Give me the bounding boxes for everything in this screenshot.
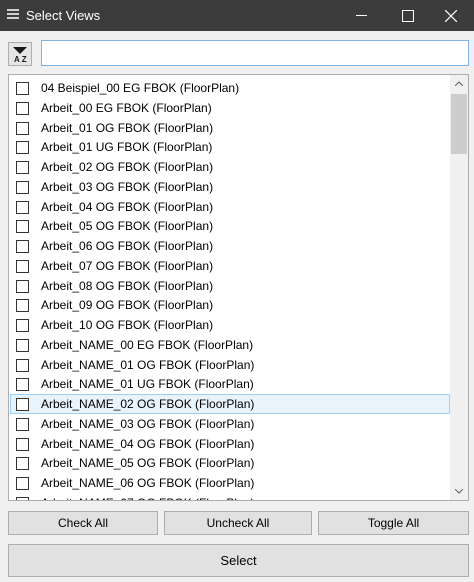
view-list-item[interactable]: Arbeit_00 EG FBOK (FloorPlan): [10, 98, 450, 118]
view-checkbox[interactable]: [16, 496, 29, 500]
view-list-item[interactable]: Arbeit_10 OG FBOK (FloorPlan): [10, 315, 450, 335]
view-checkbox[interactable]: [16, 161, 29, 174]
view-checkbox[interactable]: [16, 338, 29, 352]
view-checkbox[interactable]: [16, 180, 29, 194]
view-label: Arbeit_07 OG FBOK (FloorPlan): [41, 258, 214, 273]
view-list-item[interactable]: Arbeit_NAME_01 UG FBOK (FloorPlan): [10, 374, 450, 394]
view-checkbox[interactable]: [16, 457, 29, 471]
view-checkbox[interactable]: [16, 200, 29, 214]
view-checkbox[interactable]: [16, 437, 29, 451]
sort-button[interactable]: A Z: [8, 42, 32, 66]
view-checkbox[interactable]: [16, 477, 29, 490]
view-label: Arbeit_NAME_00 EG FBOK (FloorPlan): [41, 337, 254, 352]
view-list-item[interactable]: Arbeit_NAME_04 OG FBOK (FloorPlan): [10, 434, 450, 454]
view-label: Arbeit_NAME_02 OG FBOK (FloorPlan): [41, 397, 255, 411]
view-list-item[interactable]: Arbeit_06 OG FBOK (FloorPlan): [10, 236, 450, 256]
window-title: Select Views: [26, 8, 101, 23]
view-checkbox[interactable]: [16, 319, 29, 332]
view-label: Arbeit_06 OG FBOK (FloorPlan): [41, 239, 214, 253]
view-label: Arbeit_NAME_01 OG FBOK (FloorPlan): [41, 357, 255, 372]
view-label: Arbeit_03 OG FBOK (FloorPlan): [41, 179, 214, 194]
check-all-button[interactable]: Check All: [8, 511, 158, 535]
view-label: Arbeit_NAME_05 OG FBOK (FloorPlan): [41, 456, 255, 471]
view-label: Arbeit_02 OG FBOK (FloorPlan): [41, 160, 214, 174]
view-list-item[interactable]: Arbeit_02 OG FBOK (FloorPlan): [10, 157, 450, 177]
view-label: Arbeit_01 OG FBOK (FloorPlan): [41, 120, 214, 135]
minimize-button[interactable]: [338, 0, 384, 31]
scroll-up-button[interactable]: [450, 75, 468, 92]
view-label: Arbeit_01 UG FBOK (FloorPlan): [41, 140, 213, 155]
view-label: Arbeit_10 OG FBOK (FloorPlan): [41, 318, 214, 332]
view-list-item[interactable]: Arbeit_01 UG FBOK (FloorPlan): [10, 137, 450, 157]
scrollbar-thumb[interactable]: [451, 94, 467, 154]
view-list-item[interactable]: Arbeit_09 OG FBOK (FloorPlan): [10, 295, 450, 315]
view-checkbox[interactable]: [16, 378, 29, 392]
view-checkbox[interactable]: [16, 220, 29, 234]
view-checkbox[interactable]: [16, 259, 29, 273]
view-list-item[interactable]: Arbeit_08 OG FBOK (FloorPlan): [10, 276, 450, 296]
view-checkbox[interactable]: [16, 299, 29, 313]
view-list-item[interactable]: Arbeit_05 OG FBOK (FloorPlan): [10, 216, 450, 236]
view-list-item[interactable]: Arbeit_NAME_01 OG FBOK (FloorPlan): [10, 355, 450, 375]
close-icon: [445, 10, 457, 22]
view-checkbox[interactable]: [16, 121, 29, 135]
view-label: Arbeit_08 OG FBOK (FloorPlan): [41, 278, 214, 293]
view-list-item[interactable]: Arbeit_NAME_02 OG FBOK (FloorPlan): [10, 394, 450, 414]
close-button[interactable]: [428, 0, 474, 31]
view-list-item[interactable]: Arbeit_01 OG FBOK (FloorPlan): [10, 118, 450, 138]
view-checkbox[interactable]: [16, 240, 29, 253]
sort-az-label: A Z: [14, 55, 27, 64]
toggle-all-button[interactable]: Toggle All: [318, 511, 469, 535]
list-icon: [7, 9, 19, 22]
view-checkbox[interactable]: [16, 358, 29, 372]
uncheck-all-button[interactable]: Uncheck All: [164, 511, 312, 535]
title-bar[interactable]: Select Views: [0, 0, 474, 31]
views-list[interactable]: 04 Beispiel_00 EG FBOK (FloorPlan) Arbeit…: [8, 74, 469, 501]
view-label: Arbeit_09 OG FBOK (FloorPlan): [41, 298, 214, 313]
view-list-item[interactable]: Arbeit_NAME_00 EG FBOK (FloorPlan): [10, 335, 450, 355]
chevron-down-icon: [455, 489, 463, 494]
view-list-item[interactable]: Arbeit_NAME_03 OG FBOK (FloorPlan): [10, 414, 450, 434]
view-list-item[interactable]: Arbeit_NAME_07 OG FBOK (FloorPlan): [10, 493, 450, 500]
vertical-scrollbar[interactable]: [450, 75, 468, 500]
view-list-item[interactable]: Arbeit_07 OG FBOK (FloorPlan): [10, 256, 450, 276]
view-label: Arbeit_NAME_04 OG FBOK (FloorPlan): [41, 436, 255, 451]
view-checkbox[interactable]: [16, 82, 29, 95]
maximize-button[interactable]: [384, 0, 430, 31]
view-list-item[interactable]: 04 Beispiel_00 EG FBOK (FloorPlan): [10, 78, 450, 98]
view-label: Arbeit_NAME_06 OG FBOK (FloorPlan): [41, 476, 255, 490]
view-checkbox[interactable]: [16, 417, 29, 431]
view-list-item[interactable]: Arbeit_NAME_06 OG FBOK (FloorPlan): [10, 473, 450, 493]
view-label: Arbeit_NAME_07 OG FBOK (FloorPlan): [41, 496, 254, 500]
select-button[interactable]: Select: [8, 544, 469, 577]
view-label: 04 Beispiel_00 EG FBOK (FloorPlan): [41, 81, 240, 95]
view-list-item[interactable]: Arbeit_03 OG FBOK (FloorPlan): [10, 177, 450, 197]
view-label: Arbeit_NAME_01 UG FBOK (FloorPlan): [41, 377, 254, 392]
search-input[interactable]: [41, 40, 469, 66]
view-checkbox[interactable]: [16, 101, 29, 115]
view-label: Arbeit_04 OG FBOK (FloorPlan): [41, 199, 214, 214]
view-checkbox[interactable]: [16, 141, 29, 155]
view-list-item[interactable]: Arbeit_NAME_05 OG FBOK (FloorPlan): [10, 453, 450, 473]
view-label: Arbeit_00 EG FBOK (FloorPlan): [41, 100, 212, 115]
view-label: Arbeit_05 OG FBOK (FloorPlan): [41, 219, 214, 234]
view-checkbox[interactable]: [16, 279, 29, 293]
scroll-down-button[interactable]: [450, 483, 468, 500]
view-list-item[interactable]: Arbeit_04 OG FBOK (FloorPlan): [10, 197, 450, 217]
sort-az-icon: A Z: [13, 47, 27, 64]
view-label: Arbeit_NAME_03 OG FBOK (FloorPlan): [41, 416, 255, 431]
view-checkbox[interactable]: [16, 398, 29, 411]
chevron-up-icon: [455, 81, 463, 86]
